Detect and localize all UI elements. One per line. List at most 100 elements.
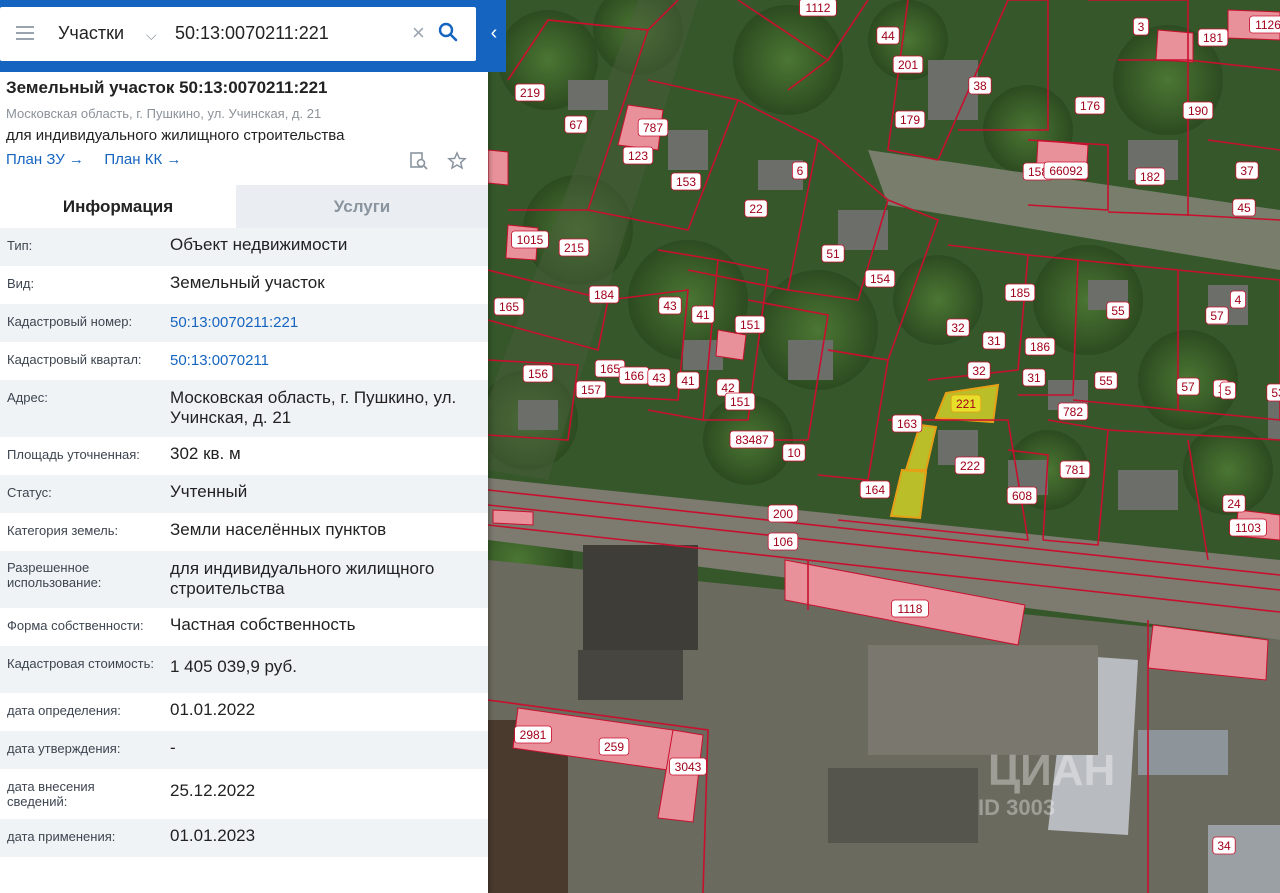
info-row-label: дата утверждения: [7, 741, 121, 756]
parcel-label: 179 [894, 110, 926, 129]
hamburger-menu-icon[interactable] [16, 26, 34, 42]
object-header: Земельный участок 50:13:0070211:221 Моск… [6, 78, 481, 173]
plan-kk-link[interactable]: План КК → [104, 151, 181, 168]
info-row: Вид: Земельный участок [0, 266, 488, 304]
parcel-label-text: 67 [569, 118, 583, 132]
parcel-label: 4 [1230, 290, 1247, 309]
info-row: Кадастровый квартал: 50:13:0070211 [0, 342, 488, 380]
parcel-label: 41 [691, 305, 715, 324]
parcel-label-text: 181 [1203, 31, 1223, 45]
parcel-label-text: 51 [826, 247, 840, 261]
tab-information[interactable]: Информация [0, 185, 236, 228]
info-row: Форма собственности: Частная собственност… [0, 608, 488, 646]
parcel-label: 53 [1266, 383, 1280, 402]
parcel-label: 44 [876, 26, 900, 45]
info-row-value: Земли населённых пунктов [170, 520, 387, 539]
parcel-label: 182 [1134, 167, 1166, 186]
plan-zu-link[interactable]: План ЗУ → [6, 151, 84, 168]
parcel-label-text: 154 [870, 272, 890, 286]
parcel-label-text: 787 [643, 121, 663, 135]
parcel-label-text: 165 [600, 362, 620, 376]
info-panel: Участки ⌵ 50:13:0070211:221 × ‹ Земельны… [0, 0, 506, 893]
parcel-label-text: 37 [1240, 164, 1254, 178]
parcel-label-text: 1112 [806, 1, 831, 15]
parcel-label-text: 41 [681, 374, 695, 388]
parcel-label: 83487 [729, 430, 775, 449]
parcel-label-text: 259 [604, 740, 624, 754]
parcel-label: 608 [1006, 486, 1038, 505]
object-title: Земельный участок 50:13:0070211:221 [6, 78, 328, 97]
parcel-label: 157 [575, 380, 607, 399]
info-row-value: 01.01.2022 [170, 700, 256, 719]
parcel-label: 165 [493, 297, 525, 316]
star-icon[interactable] [447, 151, 467, 171]
parcel-label-text: 201 [898, 58, 918, 72]
info-row-value: 302 кв. м [170, 444, 241, 463]
parcel-label: 1112 [799, 0, 837, 17]
parcel-label-text: 185 [1010, 286, 1030, 300]
info-row-value: 25.12.2022 [170, 781, 256, 800]
parcel-label: 31 [1022, 368, 1046, 387]
parcel-label-text: 43 [652, 371, 666, 385]
info-row: Статус: Учтенный [0, 475, 488, 513]
info-row-link[interactable]: 50:13:0070211 [170, 351, 470, 371]
info-row-label: Категория земель: [7, 523, 119, 538]
info-table: Тип: Объект недвижимости Вид: Земельный уча… [0, 228, 488, 857]
parcel-label-text: 153 [676, 175, 696, 189]
panel-tabs: Информация Услуги [0, 185, 488, 228]
parcel-label: 201 [892, 55, 924, 74]
parcel-label-text: 215 [564, 241, 584, 255]
parcel-label-text: 55 [1099, 374, 1113, 388]
parcel-label-text: 1118 [898, 602, 923, 616]
info-row-label: дата определения: [7, 703, 121, 718]
search-type-select[interactable]: Участки [58, 23, 124, 44]
collapse-panel-chevron-icon[interactable]: ‹ [482, 7, 506, 61]
info-row-label: дата внесения сведений: [7, 779, 95, 809]
parcel-label: 781 [1059, 460, 1091, 479]
parcel-label-text: 57 [1210, 309, 1224, 323]
parcel-label: 200 [767, 504, 799, 523]
parcel-label-text: 219 [520, 86, 540, 100]
chevron-down-icon[interactable]: ⌵ [146, 27, 157, 44]
document-search-icon[interactable] [409, 151, 429, 171]
parcel-label-text: 57 [1181, 380, 1195, 394]
info-row: Кадастровый номер: 50:13:0070211:221 [0, 304, 488, 342]
parcel-label-text: 176 [1080, 99, 1100, 113]
parcel-label-text: 44 [881, 29, 895, 43]
search-icon[interactable] [438, 22, 458, 47]
clear-icon[interactable]: × [412, 20, 425, 46]
satellite-map-view[interactable]: 3 181 1126 44 201 1112 38 176 190 219 67 787 123 179 1… [488, 0, 1280, 893]
info-row-label: Кадастровый номер: [7, 314, 133, 329]
parcel-label-text: 41 [696, 308, 710, 322]
parcel-label-text: 123 [628, 149, 648, 163]
parcel-label: 43 [647, 368, 671, 387]
parcel-label-text: 157 [581, 383, 601, 397]
tab-services[interactable]: Услуги [236, 185, 488, 228]
parcel-label-text: 222 [960, 459, 980, 473]
info-row-value: Земельный участок [170, 273, 325, 292]
parcel-label: 10 [782, 443, 806, 462]
parcel-label: 164 [859, 480, 891, 499]
search-input[interactable]: 50:13:0070211:221 [175, 23, 329, 44]
plan-links: План ЗУ → План КК → [6, 151, 481, 173]
info-row-link[interactable]: 50:13:0070211:221 [170, 313, 470, 333]
parcel-label-text: 1015 [517, 233, 544, 247]
info-row: Тип: Объект недвижимости [0, 228, 488, 266]
parcel-label: 67 [564, 115, 588, 134]
parcel-label: 2981 [514, 725, 552, 744]
parcel-label: 1118 [891, 599, 929, 618]
parcel-label-text: 186 [1030, 340, 1050, 354]
info-row-value: Объект недвижимости [170, 235, 348, 254]
info-row-value: Московская область, г. Пушкино, ул. Учин… [170, 388, 457, 427]
cadastral-map[interactable]: 3 181 1126 44 201 1112 38 176 190 219 67 787 123 179 1… [488, 0, 1280, 893]
info-row-label: дата применения: [7, 829, 116, 844]
parcel-label: 787 [637, 118, 669, 137]
parcel-label-text: 43 [663, 299, 677, 313]
parcel-label: 1103 [1229, 518, 1267, 537]
parcel-label: 259 [598, 737, 630, 756]
object-address: Московская область, г. Пушкино, ул. Учин… [6, 106, 322, 121]
parcel-label-text: 34 [1217, 839, 1231, 853]
info-row-value: 1 405 039,9 руб. [170, 657, 297, 676]
parcel-label-text: 106 [773, 535, 793, 549]
object-purpose: для индивидуального жилищного строительс… [6, 127, 345, 144]
